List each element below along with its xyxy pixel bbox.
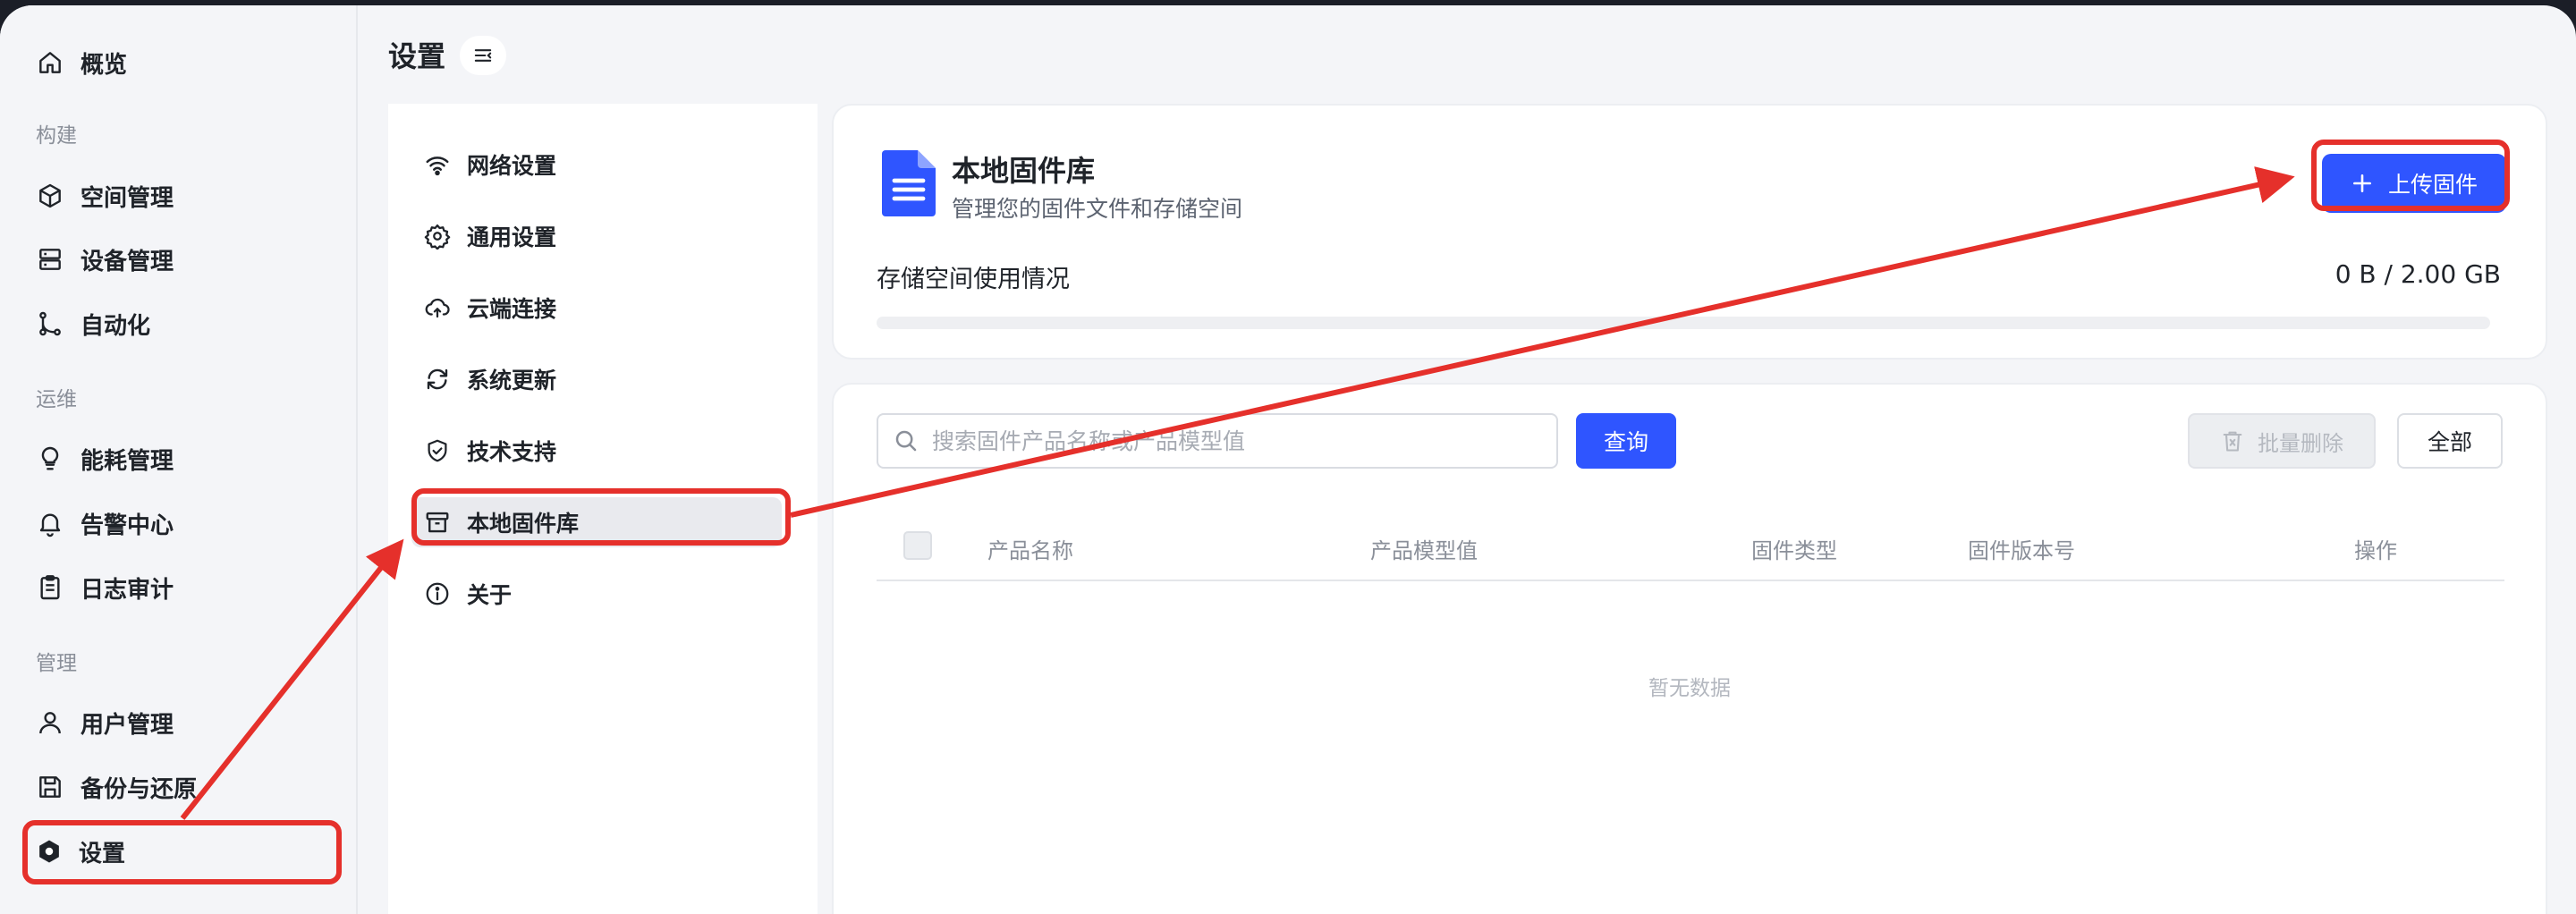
- info-icon: [426, 582, 449, 605]
- firmware-subtitle: 管理您的固件文件和存储空间: [952, 196, 1243, 222]
- sidebar-item-alarm[interactable]: 告警中心: [36, 498, 331, 548]
- settings-item-about[interactable]: 关于: [411, 569, 782, 619]
- bulk-delete-button[interactable]: 批量删除: [2188, 413, 2376, 469]
- collapse-menu-button[interactable]: [460, 36, 506, 75]
- cloud-upload-icon: [425, 298, 450, 318]
- app-window: 概览 构建 空间管理 设备管理 自动化 运维 能耗管理 告警中心 日志审计 管理: [0, 5, 2576, 914]
- trash-icon: [2223, 431, 2242, 452]
- clipboard-icon: [40, 575, 60, 600]
- sidebar-item-label: 设备管理: [80, 248, 174, 275]
- search-input[interactable]: [932, 427, 1540, 454]
- column-header-firmware-type: 固件类型: [1751, 538, 1837, 563]
- sidebar-item-label: 备份与还原: [80, 775, 198, 803]
- settings-item-cloud[interactable]: 云端连接: [411, 283, 782, 333]
- query-button[interactable]: 查询: [1576, 413, 1676, 469]
- filter-all-button[interactable]: 全部: [2397, 413, 2503, 469]
- save-icon: [39, 776, 61, 798]
- page-title: 设置: [388, 39, 446, 73]
- settings-item-general[interactable]: 通用设置: [411, 211, 782, 261]
- home-icon: [39, 52, 61, 73]
- settings-item-network[interactable]: 网络设置: [411, 140, 782, 190]
- firmware-title: 本地固件库: [952, 154, 1096, 188]
- sidebar-item-device[interactable]: 设备管理: [36, 234, 331, 284]
- sidebar-item-audit[interactable]: 日志审计: [36, 563, 331, 613]
- column-header-product-model: 产品模型值: [1370, 538, 1478, 563]
- sidebar-item-space[interactable]: 空间管理: [36, 171, 331, 221]
- settings-item-label: 技术支持: [467, 439, 557, 465]
- sidebar-item-label: 空间管理: [80, 184, 174, 212]
- nav-group-manage: 管理: [36, 652, 77, 675]
- select-all-checkbox[interactable]: [903, 531, 932, 560]
- settings-item-support[interactable]: 技术支持: [411, 426, 782, 476]
- cube-icon: [39, 183, 61, 208]
- sidebar-item-label: 告警中心: [80, 512, 174, 539]
- user-icon: [39, 712, 61, 734]
- sidebar-item-energy[interactable]: 能耗管理: [36, 434, 331, 484]
- search-icon: [895, 430, 917, 452]
- storage-usage-label: 存储空间使用情况: [877, 266, 1070, 293]
- settings-item-update[interactable]: 系统更新: [411, 354, 782, 404]
- menu-collapse-icon: [474, 49, 492, 62]
- storage-usage-value: 0 B / 2.00 GB: [2334, 259, 2501, 289]
- search-box[interactable]: [877, 413, 1558, 469]
- table-header: 产品名称 产品模型值 固件类型 固件版本号 操作: [877, 510, 2504, 581]
- column-header-actions: 操作: [2354, 538, 2397, 563]
- settings-item-label: 系统更新: [467, 368, 557, 394]
- bulk-delete-label: 批量删除: [2258, 430, 2343, 456]
- settings-menu: 网络设置 通用设置 云端连接 系统更新 技术支持 本地固件库 关于: [388, 104, 818, 914]
- plus-icon: [2353, 174, 2371, 192]
- wifi-icon: [426, 157, 449, 176]
- storage-progress-bar: [877, 317, 2490, 329]
- settings-item-label: 通用设置: [467, 224, 557, 250]
- sidebar-item-backup[interactable]: 备份与还原: [36, 762, 331, 812]
- settings-item-label: 本地固件库: [467, 511, 580, 537]
- firmware-table-card: 查询 批量删除 全部 产品名称 产品模型值 固件类型 固件版本号 操作 暂无数据: [832, 383, 2547, 914]
- sidebar-item-automation[interactable]: 自动化: [36, 299, 331, 349]
- shield-check-icon: [428, 439, 447, 462]
- storage-card: 本地固件库 管理您的固件文件和存储空间 上传固件 存储空间使用情况 0 B / …: [832, 104, 2547, 360]
- sidebar-item-label: 自动化: [80, 312, 151, 340]
- empty-state-text: 暂无数据: [1648, 677, 1731, 700]
- archive-icon: [426, 512, 449, 533]
- settings-item-label: 网络设置: [467, 153, 557, 179]
- sidebar-item-label: 日志审计: [80, 576, 174, 604]
- settings-item-label: 云端连接: [467, 296, 557, 322]
- main-sidebar: 概览 构建 空间管理 设备管理 自动化 运维 能耗管理 告警中心 日志审计 管理: [0, 5, 358, 914]
- sidebar-item-overview[interactable]: 概览: [36, 38, 331, 88]
- sidebar-item-settings[interactable]: 设置: [25, 826, 338, 876]
- document-icon: [882, 150, 936, 216]
- sidebar-item-label: 概览: [80, 51, 128, 79]
- column-header-firmware-version: 固件版本号: [1968, 538, 2075, 563]
- upload-button-label: 上传固件: [2387, 172, 2478, 198]
- hex-gear-icon: [39, 840, 59, 863]
- upload-firmware-button[interactable]: 上传固件: [2322, 154, 2506, 213]
- gear-icon: [424, 224, 451, 250]
- lightbulb-icon: [41, 446, 59, 470]
- refresh-icon: [427, 368, 448, 390]
- settings-item-firmware[interactable]: 本地固件库: [411, 497, 782, 547]
- bell-icon: [39, 513, 61, 537]
- sidebar-item-label: 用户管理: [80, 711, 174, 739]
- column-header-product-name: 产品名称: [987, 538, 1073, 563]
- sidebar-item-label: 能耗管理: [80, 447, 174, 475]
- nav-group-ops: 运维: [36, 388, 77, 411]
- sidebar-item-label: 设置: [79, 840, 126, 867]
- nav-group-build: 构建: [36, 124, 77, 148]
- server-icon: [39, 249, 61, 270]
- flow-icon: [39, 311, 61, 336]
- sidebar-item-user[interactable]: 用户管理: [36, 698, 331, 748]
- settings-item-label: 关于: [467, 582, 513, 608]
